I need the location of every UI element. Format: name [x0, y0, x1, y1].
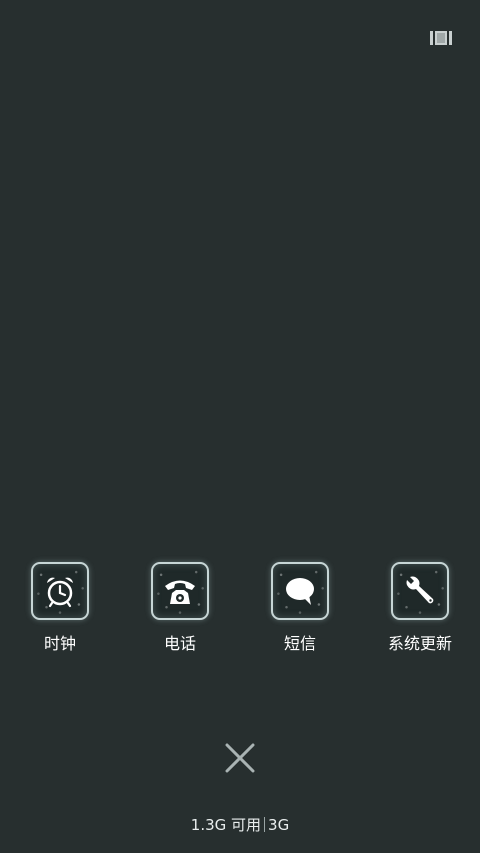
- app-tile-system-update[interactable]: [391, 562, 449, 620]
- close-all-button[interactable]: [224, 742, 256, 774]
- app-phone[interactable]: 电话: [130, 562, 230, 653]
- app-label: 短信: [283, 634, 316, 653]
- wrench-icon: [406, 576, 434, 604]
- memory-available: 1.3G 可用: [190, 816, 262, 834]
- network-type: 3G: [268, 816, 290, 834]
- app-clock[interactable]: 时钟: [10, 562, 110, 653]
- app-label: 系统更新: [387, 634, 452, 653]
- recent-tasks-screen: 时钟 电话 短信 系统更新 1.3G 可用 3G: [0, 0, 480, 853]
- app-label: 时钟: [43, 634, 76, 653]
- app-label: 电话: [163, 634, 196, 653]
- app-shortcuts: 时钟 电话 短信 系统更新: [0, 562, 480, 662]
- telephone-icon: [165, 580, 195, 604]
- app-messages[interactable]: 短信: [250, 562, 350, 653]
- memory-status: 1.3G 可用 3G: [0, 816, 480, 834]
- status-divider: [264, 817, 266, 832]
- message-bubble-icon: [286, 578, 314, 605]
- alarm-clock-icon: [47, 577, 73, 608]
- close-icon: [225, 743, 255, 773]
- app-tile-clock[interactable]: [31, 562, 89, 620]
- recent-apps-icon[interactable]: [430, 29, 452, 47]
- app-tile-phone[interactable]: [151, 562, 209, 620]
- app-system-update[interactable]: 系统更新: [370, 562, 470, 653]
- app-tile-messages[interactable]: [271, 562, 329, 620]
